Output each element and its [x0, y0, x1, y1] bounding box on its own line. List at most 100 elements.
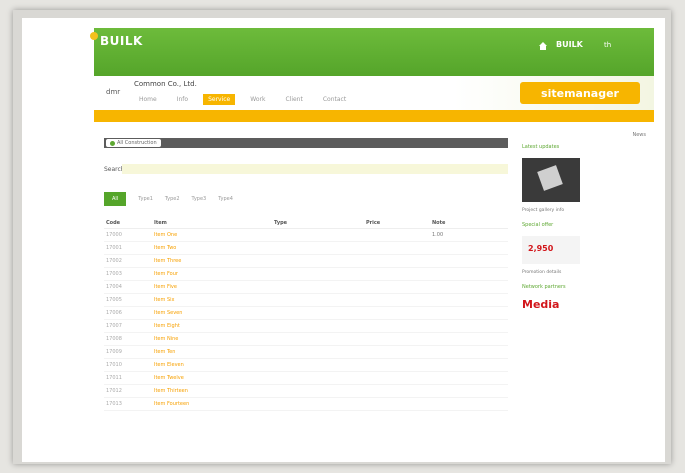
row-price: [364, 397, 430, 411]
row-item[interactable]: Item Ten: [152, 345, 272, 359]
section-header: All Construction: [104, 138, 508, 148]
company-logo: dmr: [106, 88, 121, 96]
row-note: [430, 306, 508, 320]
row-item[interactable]: Item Two: [152, 241, 272, 255]
section-title: All Construction: [117, 140, 157, 146]
sidebar-link-2[interactable]: Special offer: [522, 222, 650, 228]
builk-logo[interactable]: BUILK: [100, 34, 143, 48]
top-brand[interactable]: BUILK: [556, 40, 583, 49]
row-price: [364, 319, 430, 333]
row-price: [364, 384, 430, 398]
row-type: [272, 345, 364, 359]
sidebar-image-light[interactable]: 2,950: [522, 236, 580, 264]
table-row[interactable]: 17006 Item Seven: [104, 306, 508, 320]
nav-service[interactable]: Service: [203, 94, 236, 105]
row-price: [364, 241, 430, 255]
header-note[interactable]: Note: [430, 218, 508, 229]
section-dot-icon: [110, 140, 115, 146]
row-code: 17004: [104, 280, 152, 294]
row-item[interactable]: Item Eleven: [152, 358, 272, 372]
row-price: [364, 371, 430, 385]
row-note: [430, 293, 508, 307]
row-item[interactable]: Item Thirteen: [152, 384, 272, 398]
filter-all-button[interactable]: All: [104, 192, 127, 206]
table-row[interactable]: 17011 Item Twelve: [104, 371, 508, 385]
row-price: [364, 358, 430, 372]
row-code: 17008: [104, 332, 152, 346]
row-item[interactable]: Item Three: [152, 254, 272, 268]
row-price: [364, 293, 430, 307]
row-price: [364, 306, 430, 320]
table-row[interactable]: 17001 Item Two: [104, 241, 508, 255]
row-code: 17013: [104, 397, 152, 411]
section-chip[interactable]: All Construction: [106, 139, 161, 147]
filter-type1[interactable]: Type1: [138, 196, 153, 202]
table-row[interactable]: 17000 Item One 1.00: [104, 228, 508, 242]
row-type: [272, 280, 364, 294]
nav-info[interactable]: Info: [172, 94, 193, 105]
row-price: [364, 228, 430, 242]
row-code: 17009: [104, 345, 152, 359]
row-item[interactable]: Item Nine: [152, 332, 272, 346]
sidebar-text-2: Promotion details: [522, 270, 562, 275]
header-item[interactable]: Item: [152, 218, 272, 229]
table-row[interactable]: 17004 Item Five: [104, 280, 508, 294]
filter-type4[interactable]: Type4: [218, 196, 233, 202]
home-icon[interactable]: [538, 41, 548, 51]
row-note: [430, 332, 508, 346]
row-note: [430, 319, 508, 333]
sidebar: News Latest updates Project gallery info…: [522, 132, 650, 462]
sitemanager-logo: sitemanager: [520, 82, 640, 104]
row-type: [272, 319, 364, 333]
row-type: [272, 332, 364, 346]
row-type: [272, 384, 364, 398]
table-row[interactable]: 17012 Item Thirteen: [104, 384, 508, 398]
header-type[interactable]: Type: [272, 218, 364, 229]
row-type: [272, 254, 364, 268]
row-item[interactable]: Item Five: [152, 280, 272, 294]
row-item[interactable]: Item Fourteen: [152, 397, 272, 411]
table-row[interactable]: 17003 Item Four: [104, 267, 508, 281]
nav-client[interactable]: Client: [280, 94, 307, 105]
subheader: dmr Common Co., Ltd. Home Info Service W…: [94, 76, 654, 110]
top-bar: BUILK BUILK th: [90, 28, 654, 76]
nav-home[interactable]: Home: [134, 94, 162, 105]
sidebar-link-3[interactable]: Network partners: [522, 284, 650, 290]
row-item[interactable]: Item Seven: [152, 306, 272, 320]
row-type: [272, 228, 364, 242]
table-row[interactable]: 17010 Item Eleven: [104, 358, 508, 372]
content-area: All Construction Search All Type1 Type2 …: [94, 122, 654, 462]
table-row[interactable]: 17008 Item Nine: [104, 332, 508, 346]
table-row[interactable]: 17002 Item Three: [104, 254, 508, 268]
items-table: Code Item Type Price Note 17000 Item One …: [104, 218, 508, 411]
filter-type2[interactable]: Type2: [165, 196, 180, 202]
sidebar-link-1[interactable]: Latest updates: [522, 144, 650, 150]
row-code: 17011: [104, 371, 152, 385]
row-item[interactable]: Item Eight: [152, 319, 272, 333]
table-row[interactable]: 17005 Item Six: [104, 293, 508, 307]
row-code: 17010: [104, 358, 152, 372]
filter-type3[interactable]: Type3: [192, 196, 207, 202]
row-type: [272, 306, 364, 320]
row-code: 17001: [104, 241, 152, 255]
row-type: [272, 371, 364, 385]
nav-contact[interactable]: Contact: [318, 94, 351, 105]
row-price: [364, 332, 430, 346]
row-item[interactable]: Item Twelve: [152, 371, 272, 385]
row-price: [364, 280, 430, 294]
row-type: [272, 293, 364, 307]
row-note: [430, 397, 508, 411]
row-item[interactable]: Item Four: [152, 267, 272, 281]
row-item[interactable]: Item One: [152, 228, 272, 242]
language-selector[interactable]: th: [604, 41, 611, 49]
sidebar-image-dark[interactable]: [522, 158, 580, 202]
row-item[interactable]: Item Six: [152, 293, 272, 307]
table-row[interactable]: 17007 Item Eight: [104, 319, 508, 333]
header-code[interactable]: Code: [104, 218, 152, 229]
header-price[interactable]: Price: [364, 218, 430, 229]
nav-work[interactable]: Work: [245, 94, 270, 105]
row-code: 17003: [104, 267, 152, 281]
search-input[interactable]: [122, 164, 508, 174]
table-row[interactable]: 17009 Item Ten: [104, 345, 508, 359]
table-row[interactable]: 17013 Item Fourteen: [104, 397, 508, 411]
